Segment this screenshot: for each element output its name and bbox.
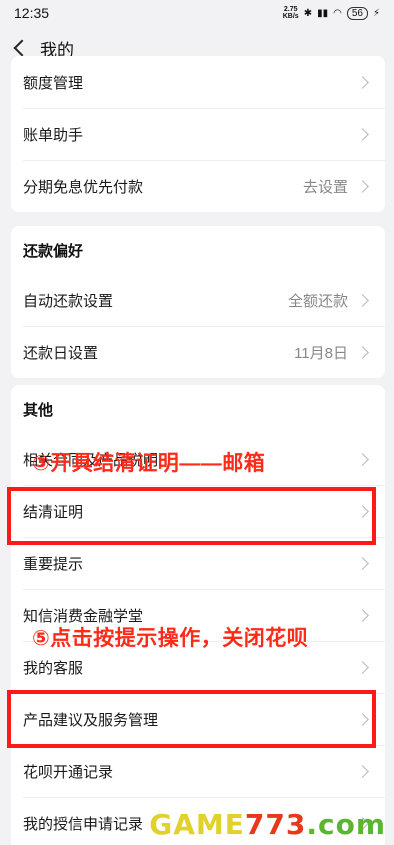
row-label: 自动还款设置 bbox=[23, 292, 114, 310]
chevron-right-icon bbox=[356, 452, 369, 466]
annotation-box-settlement bbox=[7, 487, 376, 545]
status-icons: 2.75 KB/s ✱ ▮▮ ◠ 56 ⚡ bbox=[283, 6, 380, 20]
chevron-right-icon bbox=[356, 764, 369, 778]
row-label: 我的客服 bbox=[23, 659, 84, 677]
section-title-other: 其他 bbox=[23, 401, 54, 419]
row-label: 还款日设置 bbox=[23, 344, 99, 362]
list-item-installment-priority[interactable]: 分期免息优先付款 去设置 bbox=[11, 160, 385, 212]
row-value: 全额还款 bbox=[287, 292, 348, 310]
chevron-right-icon bbox=[356, 75, 369, 89]
list-item-limit-management[interactable]: 额度管理 bbox=[11, 56, 385, 108]
chevron-right-icon bbox=[356, 345, 369, 359]
annotation-step5: ⑤点击按提示操作，关闭花呗 bbox=[32, 627, 309, 650]
row-label: 额度管理 bbox=[23, 74, 84, 92]
row-label: 分期免息优先付款 bbox=[23, 178, 144, 196]
chevron-right-icon bbox=[356, 293, 369, 307]
limit-card: 额度管理 账单助手 分期免息优先付款 去设置 bbox=[11, 56, 385, 212]
signal-icon: ▮▮ bbox=[317, 7, 329, 19]
watermark-logo: GAME773.com bbox=[149, 808, 386, 841]
chevron-right-icon bbox=[356, 127, 369, 141]
battery-icon: 56 bbox=[346, 6, 368, 20]
annotation-step3: ③开具结清证明——邮箱 bbox=[32, 452, 266, 475]
row-value: 去设置 bbox=[302, 178, 348, 196]
bluetooth-icon: ✱ bbox=[303, 7, 313, 19]
list-item-bill-assistant[interactable]: 账单助手 bbox=[11, 108, 385, 160]
row-value: 11月8日 bbox=[294, 344, 348, 362]
section-title-repayment: 还款偏好 bbox=[23, 242, 84, 260]
repayment-preference-card: 还款偏好 自动还款设置 全额还款 还款日设置 11月8日 bbox=[11, 226, 385, 378]
row-label: 重要提示 bbox=[23, 555, 84, 573]
chevron-right-icon bbox=[356, 179, 369, 193]
back-arrow-icon[interactable] bbox=[13, 39, 31, 57]
status-time: 12:35 bbox=[14, 5, 50, 21]
annotation-box-product-suggestions bbox=[7, 690, 376, 748]
wifi-icon: ◠ bbox=[333, 7, 342, 19]
list-item-auto-repay[interactable]: 自动还款设置 全额还款 bbox=[11, 274, 385, 326]
list-item-huabei-records[interactable]: 花呗开通记录 bbox=[11, 745, 385, 797]
list-item-repay-day[interactable]: 还款日设置 11月8日 bbox=[11, 326, 385, 378]
chevron-right-icon bbox=[356, 660, 369, 674]
network-speed: 2.75 KB/s bbox=[282, 6, 299, 20]
charging-icon: ⚡ bbox=[372, 7, 380, 19]
row-label: 花呗开通记录 bbox=[23, 763, 114, 781]
chevron-right-icon bbox=[356, 556, 369, 570]
status-bar: 12:35 2.75 KB/s ✱ ▮▮ ◠ 56 ⚡ bbox=[0, 0, 394, 26]
chevron-right-icon bbox=[356, 608, 369, 622]
row-label: 账单助手 bbox=[23, 126, 84, 144]
